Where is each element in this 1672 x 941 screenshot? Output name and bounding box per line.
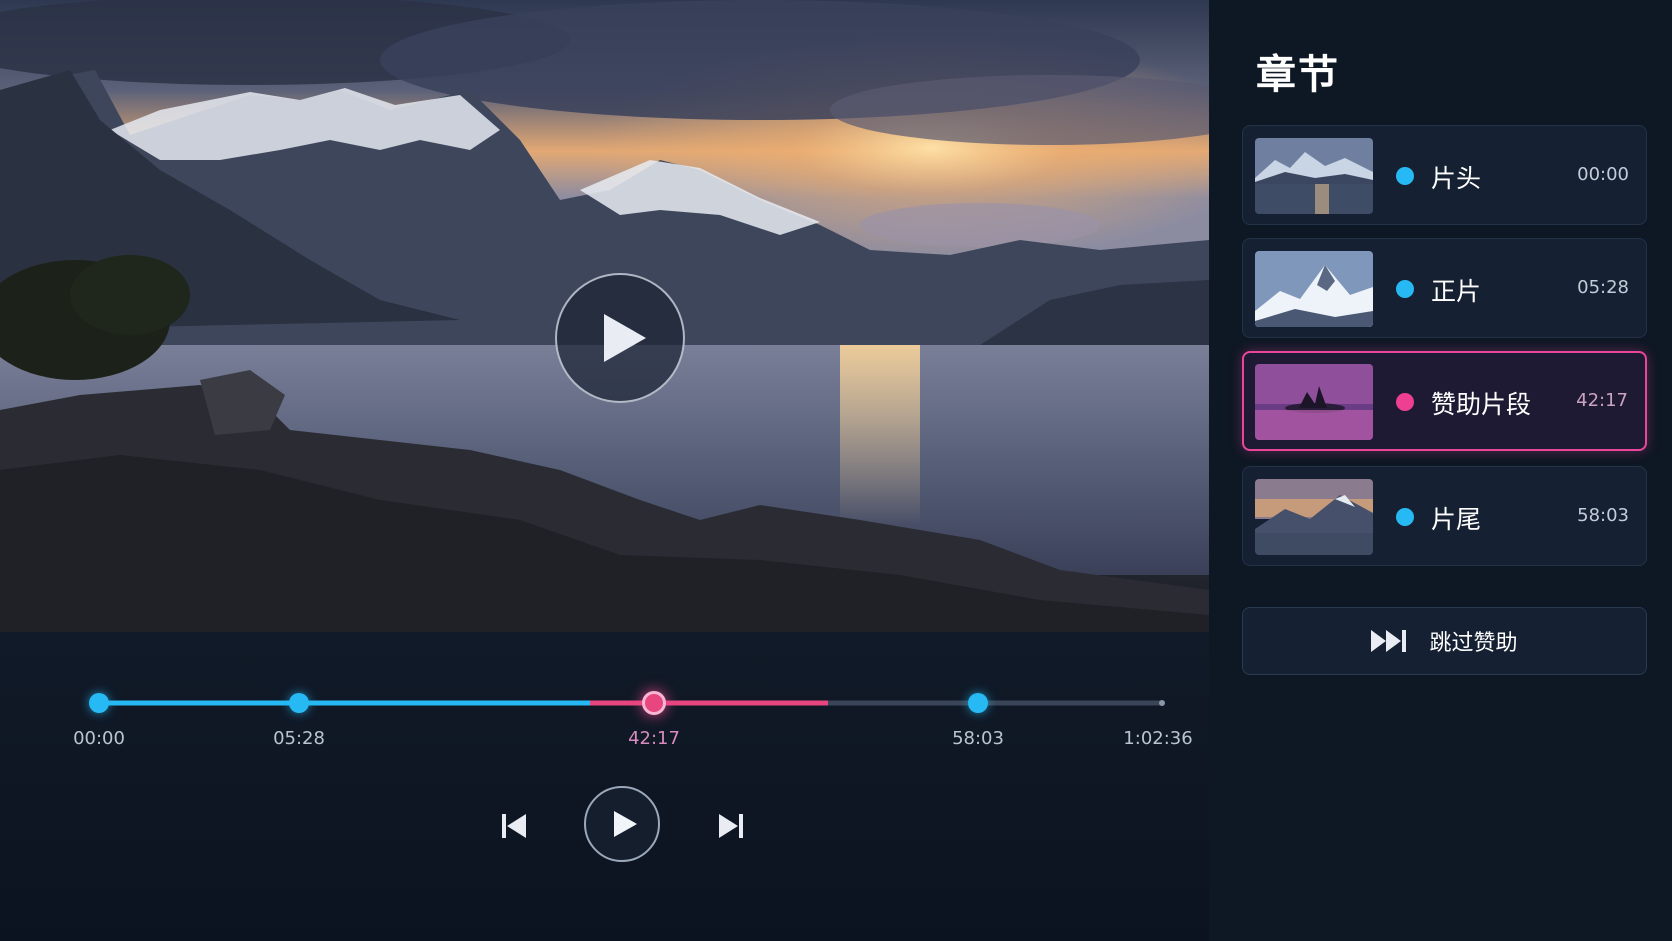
chapter-marker-main[interactable] (289, 693, 309, 713)
playhead[interactable] (642, 691, 666, 715)
chapter-time: 42:17 (1576, 390, 1628, 411)
skip-sponsor-label: 跳过赞助 (1429, 631, 1518, 656)
chapter-label: 赞助片段 (1431, 390, 1532, 419)
skip-previous-icon (502, 814, 526, 838)
chapter-time: 00:00 (1577, 164, 1629, 185)
chapters-sidebar: 章节 片头 00:00 正片 05:28 赞助片段 42:17 片尾 58:03… (1209, 0, 1672, 941)
chapter-item-outro[interactable]: 片尾 58:03 (1242, 466, 1647, 566)
sidebar-title: 章节 (1256, 52, 1340, 98)
timeline-track[interactable] (0, 632, 1209, 752)
previous-button[interactable] (492, 804, 536, 848)
timeline-label-duration: 1:02:36 (1123, 728, 1193, 749)
player-controls: 00:00 05:28 42:17 58:03 1:02:36 (0, 632, 1209, 941)
chapter-item-main[interactable]: 正片 05:28 (1242, 238, 1647, 338)
chapter-dot (1396, 393, 1414, 411)
overlay-play-button[interactable] (555, 273, 685, 403)
next-button[interactable] (709, 804, 753, 848)
skip-sponsor-button[interactable]: 跳过赞助 (1242, 607, 1647, 675)
timeline-label-current: 42:17 (628, 728, 680, 749)
timeline-label-main: 05:28 (273, 728, 325, 749)
chapter-marker-intro[interactable] (89, 693, 109, 713)
skip-forward-icon (1371, 630, 1407, 652)
timeline-label-outro: 58:03 (952, 728, 1004, 749)
chapter-thumbnail (1255, 138, 1373, 214)
chapter-timeline[interactable]: 00:00 05:28 42:17 58:03 1:02:36 (0, 632, 1209, 752)
chapter-dot (1396, 508, 1414, 526)
chapter-time: 58:03 (1577, 505, 1629, 526)
chapter-thumbnail (1255, 251, 1373, 327)
chapter-item-sponsor[interactable]: 赞助片段 42:17 (1242, 351, 1647, 451)
chapter-thumbnail (1255, 479, 1373, 555)
play-icon (613, 811, 637, 837)
chapter-label: 正片 (1431, 277, 1482, 306)
video-frame[interactable] (0, 0, 1209, 632)
chapter-dot (1396, 167, 1414, 185)
timeline-label-intro: 00:00 (73, 728, 125, 749)
skip-next-icon (719, 814, 743, 838)
timeline-end-cap (1159, 700, 1165, 706)
chapter-thumbnail (1255, 364, 1373, 440)
chapter-marker-outro[interactable] (968, 693, 988, 713)
chapter-label: 片尾 (1431, 505, 1482, 534)
play-button[interactable] (584, 786, 660, 862)
chapter-dot (1396, 280, 1414, 298)
chapter-label: 片头 (1431, 164, 1482, 193)
chapter-item-intro[interactable]: 片头 00:00 (1242, 125, 1647, 225)
chapter-time: 05:28 (1577, 277, 1629, 298)
play-icon (604, 314, 646, 362)
